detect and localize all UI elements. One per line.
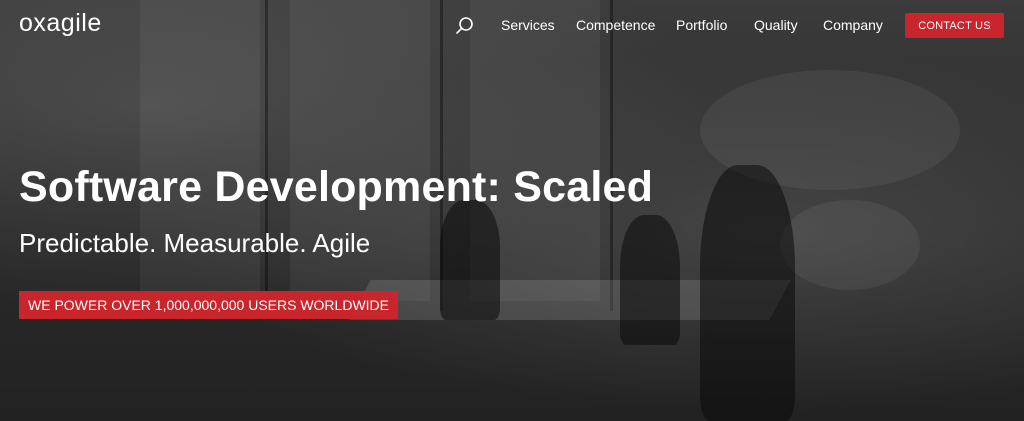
nav-item-services[interactable]: Services xyxy=(501,17,555,33)
hero-title: Software Development: Scaled xyxy=(19,163,654,211)
hero-section: oxagile Services Competence Portfolio Qu… xyxy=(0,0,1024,421)
contact-us-button[interactable]: CONTACT US xyxy=(905,13,1004,38)
background-person xyxy=(620,215,680,345)
background-person xyxy=(440,200,500,320)
top-navigation: oxagile Services Competence Portfolio Qu… xyxy=(0,0,1024,52)
users-badge: WE POWER OVER 1,000,000,000 USERS WORLDW… xyxy=(19,291,398,319)
background-person xyxy=(700,165,795,421)
hero-subtitle: Predictable. Measurable. Agile xyxy=(19,228,371,258)
nav-item-portfolio[interactable]: Portfolio xyxy=(676,17,727,33)
logo[interactable]: oxagile xyxy=(19,9,102,38)
background-world-map xyxy=(780,200,920,290)
nav-item-competence[interactable]: Competence xyxy=(576,17,655,33)
nav-item-company[interactable]: Company xyxy=(823,17,883,33)
nav-item-quality[interactable]: Quality xyxy=(754,17,798,33)
search-icon[interactable] xyxy=(455,16,475,36)
